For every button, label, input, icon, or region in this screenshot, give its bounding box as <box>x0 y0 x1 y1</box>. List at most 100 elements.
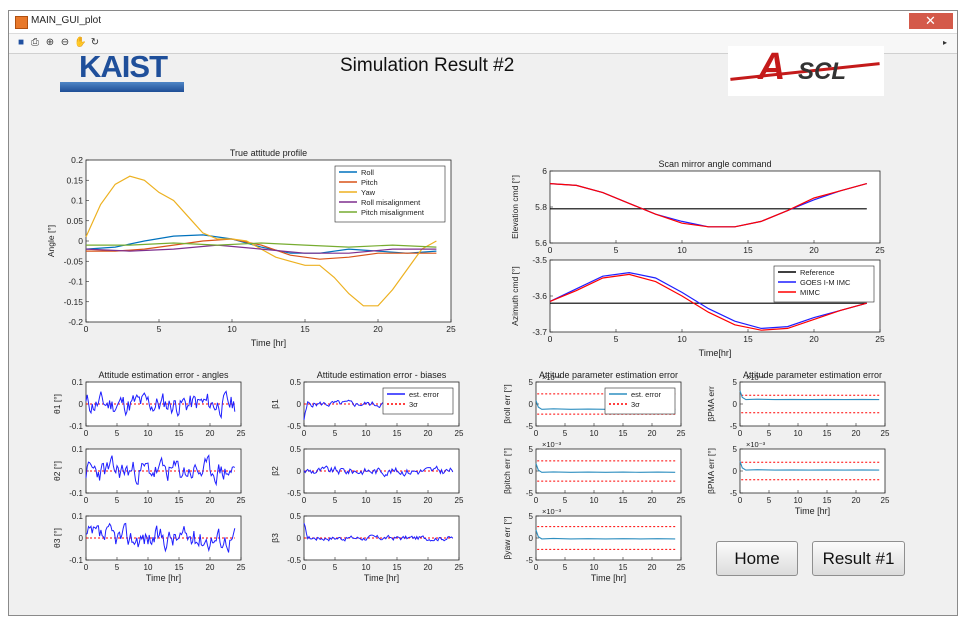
x-tick-label: 25 <box>237 429 246 438</box>
y-tick-label: 0 <box>529 534 534 543</box>
x-tick-label: 25 <box>677 563 686 572</box>
x-tick-label: 0 <box>534 429 539 438</box>
y-tick-label: -0.2 <box>68 317 83 327</box>
x-tick-label: 20 <box>424 496 433 505</box>
legend-label: est. error <box>409 390 440 399</box>
x-tick-label: 0 <box>84 429 89 438</box>
x-axis-label: Time [hr] <box>146 573 181 583</box>
y-tick-label: -0.1 <box>69 489 83 498</box>
x-tick-label: 15 <box>743 245 753 255</box>
y-axis-label: Elevation cmd [°] <box>510 175 520 239</box>
x-tick-label: 10 <box>362 563 371 572</box>
y-tick-label: -0.15 <box>64 297 84 307</box>
x-tick-label: 0 <box>84 496 89 505</box>
x-tick-label: 15 <box>175 429 184 438</box>
y-tick-label: -3.7 <box>532 327 547 337</box>
axis-exponent: ×10⁻³ <box>542 373 562 382</box>
legend-label: MIMC <box>800 288 821 297</box>
x-tick-label: 20 <box>373 324 383 334</box>
x-tick-label: 15 <box>393 496 402 505</box>
x-tick-label: 20 <box>648 429 657 438</box>
y-tick-label: 0.1 <box>72 378 84 387</box>
x-tick-label: 15 <box>175 563 184 572</box>
y-tick-label: -5 <box>730 489 738 498</box>
x-tick-label: 5 <box>614 245 619 255</box>
legend-label: Pitch misalignment <box>361 208 425 217</box>
x-tick-label: 0 <box>84 324 89 334</box>
x-tick-label: 25 <box>677 496 686 505</box>
y-tick-label: -5 <box>730 422 738 431</box>
legend-label: 3σ <box>409 400 418 409</box>
x-tick-label: 25 <box>455 496 464 505</box>
y-tick-label: 0.1 <box>71 196 83 206</box>
x-tick-label: 25 <box>446 324 456 334</box>
x-tick-label: 0 <box>738 429 743 438</box>
x-tick-label: 5 <box>115 429 120 438</box>
axis-exponent: ×10⁻³ <box>542 507 562 516</box>
x-tick-label: 25 <box>237 563 246 572</box>
x-tick-label: 20 <box>852 429 861 438</box>
x-tick-label: 0 <box>548 245 553 255</box>
x-tick-label: 10 <box>144 563 153 572</box>
legend-label: GOES I-M IMC <box>800 278 851 287</box>
plot-area <box>739 448 886 494</box>
legend-label: Roll <box>361 168 374 177</box>
y-tick-label: 0.5 <box>290 378 302 387</box>
y-tick-label: 6 <box>542 166 547 176</box>
home-button[interactable]: Home <box>716 541 798 576</box>
chart-title: Attitude estimation error - angles <box>98 370 229 380</box>
x-tick-label: 25 <box>881 429 890 438</box>
y-axis-label: θ1 [°] <box>52 394 62 414</box>
legend-label: est. error <box>631 390 662 399</box>
plot-area <box>739 381 886 427</box>
chart-true_attitude: 0 5 10 15 20 25 -0.2 -0.15 -0.1 -0.05 0 0.05 0.1 0.15… <box>46 148 456 348</box>
x-tick-label: 15 <box>175 496 184 505</box>
x-tick-label: 10 <box>794 429 803 438</box>
y-tick-label: 5 <box>529 445 534 454</box>
chart-beta3: 0 5 10 15 20 25-0.500.5Time [hr]β3 <box>270 512 464 583</box>
chart-beta_pitch: 0 5 10 15 20 25-505βpitch err [°]×10⁻³ <box>502 440 686 505</box>
x-tick-label: 0 <box>302 496 307 505</box>
result-1-button[interactable]: Result #1 <box>812 541 905 576</box>
x-tick-label: 25 <box>875 245 885 255</box>
x-tick-label: 15 <box>619 429 628 438</box>
x-tick-label: 15 <box>619 563 628 572</box>
y-tick-label: 5 <box>529 378 534 387</box>
y-tick-label: -0.1 <box>69 422 83 431</box>
y-tick-label: -0.1 <box>68 277 83 287</box>
y-tick-label: -3.6 <box>532 291 547 301</box>
x-tick-label: 10 <box>362 496 371 505</box>
x-tick-label: 20 <box>424 563 433 572</box>
x-tick-label: 15 <box>393 563 402 572</box>
legend-label: Pitch <box>361 178 378 187</box>
plot-area <box>535 448 682 494</box>
chart-beta1: 0 5 10 15 20 25-0.500.5Attitude estimation er… <box>270 370 464 438</box>
x-axis-label: Time [hr] <box>591 573 626 583</box>
y-tick-label: 0.5 <box>290 445 302 454</box>
axis-exponent: ×10⁻³ <box>542 440 562 449</box>
x-tick-label: 10 <box>677 245 687 255</box>
chart-theta1: 0 5 10 15 20 25-0.100.1Attitude estimation er… <box>52 370 246 438</box>
x-tick-label: 20 <box>852 496 861 505</box>
axis-exponent: ×10⁻³ <box>746 373 766 382</box>
x-tick-label: 10 <box>227 324 237 334</box>
x-tick-label: 25 <box>875 334 885 344</box>
chart-beta_pma2: 0 5 10 15 20 25-505Time [hr]βPMA err [°]×10⁻³ <box>706 440 890 516</box>
y-tick-label: -5 <box>526 422 534 431</box>
y-tick-label: 0 <box>529 467 534 476</box>
chart-title: Scan mirror angle command <box>658 159 771 169</box>
legend-label: Reference <box>800 268 835 277</box>
y-axis-label: βroll err [°] <box>502 384 512 423</box>
axis-exponent: ×10⁻³ <box>746 440 766 449</box>
chart-azimuth: 0 5 10 15 20 25 -3.7 -3.6 -3.5 Time[hr] Azimuth cm… <box>510 255 885 358</box>
x-tick-label: 10 <box>590 429 599 438</box>
x-tick-label: 5 <box>614 334 619 344</box>
x-tick-label: 0 <box>302 429 307 438</box>
chart-title: Attitude estimation error - biases <box>317 370 447 380</box>
x-tick-label: 15 <box>823 496 832 505</box>
legend: RollPitchYawRoll misalignmentPitch misal… <box>334 165 446 223</box>
chart-beta2: 0 5 10 15 20 25-0.500.5β2 <box>270 445 464 505</box>
x-tick-label: 0 <box>738 496 743 505</box>
legend-label: 3σ <box>631 400 640 409</box>
x-tick-label: 10 <box>677 334 687 344</box>
